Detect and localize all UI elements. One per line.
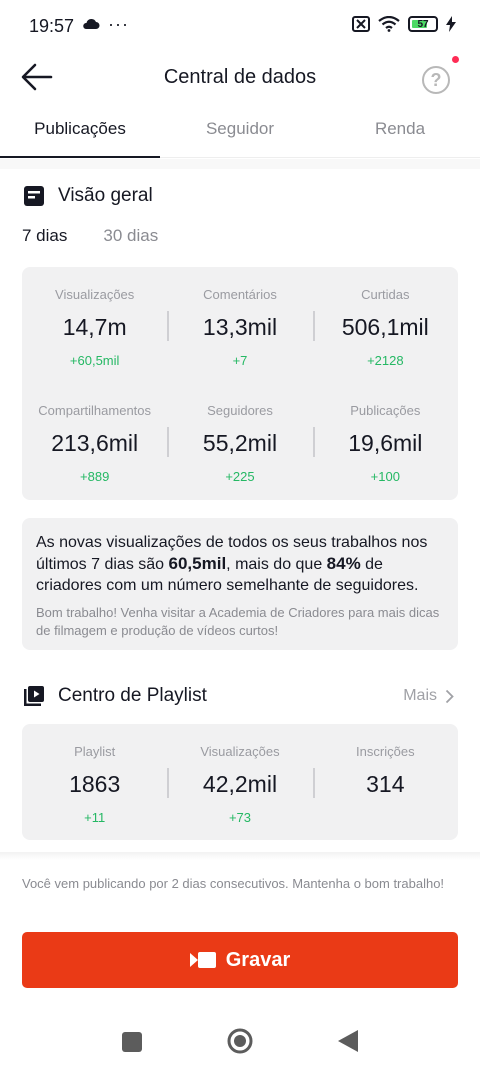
stat-label: Visualizações [200,744,280,759]
stat-visualizacoes[interactable]: Visualizações 14,7m +60,5mil [22,267,167,383]
overview-stats-card: Visualizações 14,7m +60,5mil Comentários… [22,267,458,500]
wifi-icon [378,16,400,32]
playlist-header: Centro de Playlist [24,685,207,707]
stat-label: Visualizações [55,287,135,302]
period-selector: 7 dias 30 dias [22,226,158,246]
playlist-title: Centro de Playlist [58,685,207,706]
more-label: Mais [403,687,437,704]
playlist-icon [24,686,44,706]
playlist-stats-card: Playlist 1863 +11 Visualizações 42,2mil … [22,724,458,840]
stat-value: 55,2mil [202,430,278,456]
help-button[interactable]: ? [422,66,450,94]
stat-label: Compartilhamentos [38,403,152,418]
stat-value: 19,6mil [348,430,423,456]
stat-label: Playlist [74,744,116,759]
stat-label: Inscrições [356,744,415,759]
question-mark-icon: ? [430,69,442,90]
status-bar: 19:57 ··· 57 [0,0,480,52]
insight-text: As novas visualizações de todos os seus … [36,534,428,594]
stat-value: 1863 [69,771,121,797]
record-button[interactable]: Gravar [22,932,458,988]
stat-curtidas[interactable]: Curtidas 506,1mil +2128 [312,267,458,383]
stat-delta: +2128 [367,353,404,368]
more-notifications-icon: ··· [108,14,129,34]
record-label: Gravar [225,948,291,971]
stat-inscricoes[interactable]: Inscrições 314 [312,724,458,840]
status-time: 19:57 [29,16,75,36]
chevron-right-icon [445,689,454,703]
stat-value: 13,3mil [202,314,278,340]
insight-tip: Bom trabalho! Venha visitar a Academia d… [36,605,440,638]
insight-box: As novas visualizações de todos os seus … [22,518,458,650]
stat-value: 506,1mil [341,314,429,340]
insight-highlight-percent: 84% [326,554,361,573]
streak-note: Você vem publicando por 2 dias consecuti… [22,876,445,891]
cloud-icon [83,18,100,29]
overview-icon [24,186,44,206]
stat-delta: +73 [228,810,252,825]
stat-playlist[interactable]: Playlist 1863 +11 [22,724,167,840]
battery-level: 57 [417,18,429,30]
stat-playlist-visualizacoes[interactable]: Visualizações 42,2mil +73 [167,724,312,840]
notification-dot [452,56,459,63]
home-circle-icon[interactable] [227,1028,253,1054]
tab-seguidor[interactable]: Seguidor [160,104,320,157]
stat-delta: +60,5mil [69,353,120,368]
stat-label: Comentários [203,287,277,302]
stat-label: Seguidores [207,403,273,418]
period-30-days[interactable]: 30 dias [103,226,158,246]
charging-icon [446,16,456,32]
period-7-days[interactable]: 7 dias [22,226,67,246]
stat-publicacoes[interactable]: Publicações 19,6mil +100 [312,383,458,499]
stat-value: 213,6mil [51,430,139,456]
tab-publicacoes[interactable]: Publicações [0,104,160,158]
stat-comentarios[interactable]: Comentários 13,3mil +7 [167,267,312,383]
stat-delta: +100 [370,469,400,484]
section-divider [0,159,480,169]
stat-value: 314 [366,771,405,797]
recents-square-icon[interactable] [122,1032,142,1052]
video-camera-icon [189,952,216,968]
battery-icon: 57 [408,16,438,32]
app-header: Central de dados ? [0,52,480,104]
stat-value: 14,7m [62,314,127,340]
tab-bar: Publicações Seguidor Renda [0,104,480,158]
footer-divider [0,852,480,860]
stat-delta: +889 [80,469,110,484]
back-triangle-icon[interactable] [338,1030,358,1052]
stat-value: 42,2mil [202,771,278,797]
tab-renda[interactable]: Renda [320,104,480,157]
stat-label: Curtidas [361,287,410,302]
page-title: Central de dados [163,66,317,88]
overview-header: Visão geral [24,185,153,207]
stat-delta: +7 [232,353,248,368]
system-nav-bar [0,1012,480,1072]
stat-compartilhamentos[interactable]: Compartilhamentos 213,6mil +889 [22,383,167,499]
overview-title: Visão geral [58,185,153,206]
stat-delta: +225 [225,469,255,484]
stat-delta: +11 [84,810,106,825]
stat-label: Publicações [350,403,421,418]
insight-highlight-views: 60,5mil [168,554,227,573]
sim-icon [352,16,370,32]
playlist-more-link[interactable]: Mais [403,687,454,705]
stat-seguidores[interactable]: Seguidores 55,2mil +225 [167,383,312,499]
